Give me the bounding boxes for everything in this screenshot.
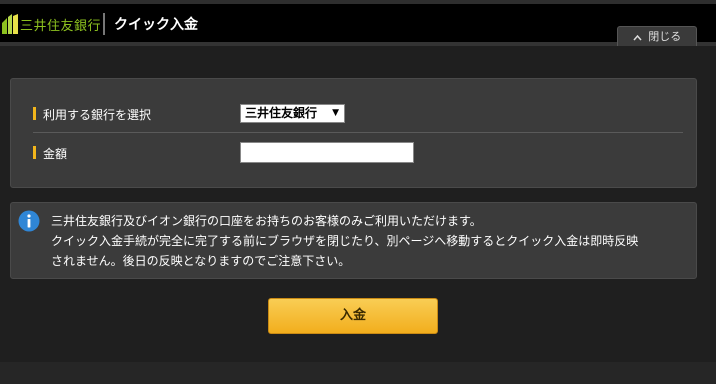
- row-divider: [33, 132, 683, 133]
- chevron-up-icon: [633, 34, 642, 41]
- info-icon: [18, 210, 40, 232]
- notice-text: 三井住友銀行及びイオン銀行の口座をお持ちのお客様のみご利用いただけます。 クイッ…: [51, 211, 691, 271]
- amount-input[interactable]: [240, 142, 414, 163]
- amount-label: 金額: [33, 145, 67, 162]
- bank-logo-icon: [2, 14, 18, 34]
- header-divider: [103, 13, 105, 35]
- bank-select-label: 利用する銀行を選択: [33, 106, 151, 123]
- notice-panel: 三井住友銀行及びイオン銀行の口座をお持ちのお客様のみご利用いただけます。 クイッ…: [10, 202, 697, 279]
- header-strip: [0, 42, 716, 46]
- bank-select[interactable]: 三井住友銀行 ▼: [240, 104, 345, 123]
- form-panel: 利用する銀行を選択 三井住友銀行 ▼ 金額: [10, 78, 697, 188]
- close-button-label: 閉じる: [648, 30, 682, 43]
- footer-band: [0, 362, 716, 384]
- bank-logo-text: 三井住友銀行: [20, 19, 102, 34]
- close-button[interactable]: 閉じる: [617, 26, 697, 46]
- page-title: クイック入金: [114, 17, 198, 33]
- notice-line: クイック入金手続が完全に完了する前にブラウザを閉じたり、別ページへ移動するとクイ…: [51, 234, 639, 248]
- notice-line: 三井住友銀行及びイオン銀行の口座をお持ちのお客様のみご利用いただけます。: [51, 214, 482, 228]
- notice-line: されません。後日の反映となりますのでご注意下さい。: [51, 254, 351, 268]
- dropdown-arrow-icon: ▼: [332, 108, 339, 118]
- deposit-button[interactable]: 入金: [268, 298, 438, 334]
- header-bar: 三井住友銀行 クイック入金: [0, 4, 716, 42]
- bank-select-value: 三井住友銀行: [245, 106, 318, 120]
